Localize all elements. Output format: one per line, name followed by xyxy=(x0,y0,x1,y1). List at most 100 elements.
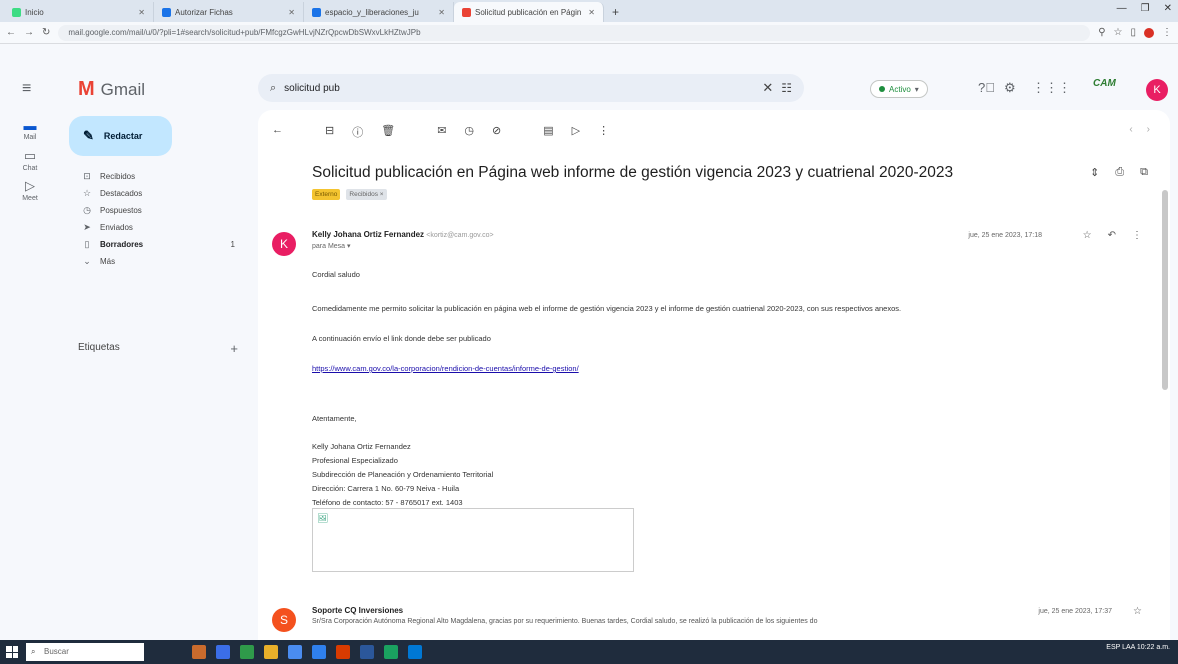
star-icon[interactable]: ☆ xyxy=(1083,230,1092,241)
tab-favicon-icon xyxy=(312,7,321,17)
move-to-icon[interactable]: ▤ xyxy=(543,124,553,140)
archive-icon[interactable]: ⊟ xyxy=(325,124,334,140)
sender-name[interactable]: Soporte CQ Inversiones xyxy=(312,606,403,615)
clear-search-icon[interactable]: ✕ xyxy=(762,80,773,96)
search-bar[interactable]: ⌕ solicitud pub ✕ ☷ xyxy=(258,74,804,102)
sender-avatar[interactable]: S xyxy=(272,608,296,632)
tab-title: Inicio xyxy=(25,7,44,17)
add-task-icon[interactable]: ⊘ xyxy=(492,124,501,140)
mark-unread-icon[interactable]: ✉ xyxy=(437,124,446,140)
previous-icon[interactable]: ‹ xyxy=(1129,124,1132,135)
close-icon[interactable]: ✕ xyxy=(1164,3,1172,14)
taskbar-app-icon[interactable] xyxy=(288,645,302,659)
taskbar-app-icon[interactable] xyxy=(384,645,398,659)
tab-close-icon[interactable]: ✕ xyxy=(438,8,445,17)
add-label-icon[interactable]: + xyxy=(230,341,238,356)
snooze-icon[interactable]: ◷ xyxy=(464,124,474,140)
search-options-icon[interactable]: ☷ xyxy=(781,81,792,95)
new-tab-button[interactable]: + xyxy=(604,2,627,22)
browser-tab[interactable]: Inicio ✕ xyxy=(4,2,154,22)
system-tray: ESP LAA 10:22 a.m. xyxy=(1106,644,1170,651)
report-spam-icon[interactable]: ⓘ xyxy=(352,124,363,140)
folder-label: Más xyxy=(100,257,116,266)
help-icon[interactable]: ?⃝ xyxy=(978,80,995,95)
taskbar-app-icon[interactable] xyxy=(312,645,326,659)
sender-avatar[interactable]: K xyxy=(272,232,296,256)
windows-start-icon[interactable] xyxy=(6,646,18,658)
back-to-list-icon[interactable]: ← xyxy=(272,124,283,140)
browser-tab[interactable]: espacio_y_liberaciones_ju ✕ xyxy=(304,2,454,22)
body-greeting: Cordial saludo xyxy=(312,270,360,279)
folder-borradores[interactable]: ▯ Borradores 1 xyxy=(72,236,247,253)
zoom-icon[interactable]: ⚲ xyxy=(1098,27,1105,38)
next-icon[interactable]: › xyxy=(1147,124,1150,135)
gmail-logo[interactable]: M Gmail xyxy=(78,78,145,101)
rail-mail[interactable]: ▬ Mail xyxy=(10,118,50,141)
account-avatar[interactable]: K xyxy=(1146,79,1168,101)
tab-close-icon[interactable]: ✕ xyxy=(288,8,295,17)
taskbar-app-icon[interactable] xyxy=(264,645,278,659)
sidebar-icon[interactable]: ▯ xyxy=(1130,27,1136,38)
reply-icon[interactable]: ↶ xyxy=(1108,230,1116,241)
expand-icon[interactable]: ⇕ xyxy=(1090,166,1099,179)
recipient-toggle[interactable]: para Mesa ▾ xyxy=(312,242,351,250)
rail-meet[interactable]: ▷ Meet xyxy=(10,178,50,202)
taskbar-app-icon[interactable] xyxy=(192,645,206,659)
forward-icon[interactable]: → xyxy=(24,27,34,38)
scrollbar[interactable] xyxy=(1162,190,1168,390)
folder-más[interactable]: ⌄ Más xyxy=(72,253,247,270)
taskbar-app-icon[interactable] xyxy=(216,645,230,659)
taskbar-app-icon[interactable] xyxy=(408,645,422,659)
body-paragraph: A continuación envío el link donde debe … xyxy=(312,334,491,343)
organization-logo[interactable]: CAM xyxy=(1093,78,1133,98)
url-field[interactable]: mail.google.com/mail/u/0/?pli=1#search/s… xyxy=(58,24,1091,41)
taskbar-app-icon[interactable] xyxy=(240,645,254,659)
broken-image-icon: 🖼 xyxy=(317,513,329,523)
tab-close-icon[interactable]: ✕ xyxy=(588,8,595,17)
maximize-icon[interactable]: ❐ xyxy=(1141,3,1150,14)
label-chip-inbox[interactable]: Recibidos × xyxy=(346,189,387,200)
folder-pospuestos[interactable]: ◷ Pospuestos xyxy=(72,202,247,219)
bookmark-star-icon[interactable]: ☆ xyxy=(1114,27,1123,38)
label-icon[interactable]: ▷ xyxy=(572,124,580,140)
taskbar-app-icon[interactable] xyxy=(360,645,374,659)
browser-menu-icon[interactable]: ⋮ xyxy=(1162,27,1172,38)
label-chip-external[interactable]: Externo xyxy=(312,189,341,200)
profile-icon[interactable] xyxy=(1144,27,1154,38)
apps-grid-icon[interactable]: ⋮⋮⋮ xyxy=(1032,80,1071,96)
folder-enviados[interactable]: ➤ Enviados xyxy=(72,219,247,236)
status-dropdown[interactable]: Activo ▾ xyxy=(870,80,928,98)
address-bar: ← → ↻ mail.google.com/mail/u/0/?pli=1#se… xyxy=(0,22,1178,44)
settings-gear-icon[interactable]: ⚙ xyxy=(1004,80,1016,96)
rail-label: Mail xyxy=(23,134,37,141)
search-input[interactable]: solicitud pub xyxy=(284,83,754,94)
publication-link[interactable]: https://www.cam.gov.co/la-corporacion/re… xyxy=(312,364,579,373)
folder-destacados[interactable]: ☆ Destacados xyxy=(72,185,247,202)
status-dot-icon xyxy=(879,86,885,92)
back-icon[interactable]: ← xyxy=(6,27,16,38)
minimize-icon[interactable]: — xyxy=(1117,3,1127,14)
search-icon[interactable]: ⌕ xyxy=(270,82,276,95)
browser-tab[interactable]: Autorizar Fichas ✕ xyxy=(154,2,304,22)
main-menu-icon[interactable]: ≡ xyxy=(22,80,31,98)
star-icon[interactable]: ☆ xyxy=(1133,606,1142,617)
taskbar-app-icon[interactable] xyxy=(336,645,350,659)
open-new-window-icon[interactable]: ⧉ xyxy=(1140,166,1148,179)
message-more-icon[interactable]: ⋮ xyxy=(1132,230,1142,241)
folder-recibidos[interactable]: ⊡ Recibidos xyxy=(72,168,247,185)
sender-line: Kelly Johana Ortiz Fernandez <kortiz@cam… xyxy=(312,230,494,239)
message-snippet[interactable]: Sr/Sra Corporación Autónoma Regional Alt… xyxy=(312,618,817,625)
tab-favicon-icon xyxy=(12,7,21,17)
print-icon[interactable]: ⎙ xyxy=(1115,166,1124,179)
rail-chat[interactable]: ▭ Chat xyxy=(10,148,50,172)
browser-tab[interactable]: Solicitud publicación en Págin ✕ xyxy=(454,2,604,22)
reload-icon[interactable]: ↻ xyxy=(42,27,50,38)
compose-button[interactable]: ✎ Redactar xyxy=(69,116,172,156)
taskbar-search[interactable]: Buscar xyxy=(26,643,144,661)
folder-label: Borradores xyxy=(100,240,144,249)
sender-name[interactable]: Kelly Johana Ortiz Fernandez xyxy=(312,230,424,239)
more-options-icon[interactable]: ⋮ xyxy=(598,124,609,140)
message-actions: ☆ xyxy=(1133,606,1142,617)
delete-icon[interactable]: 🗑 xyxy=(381,124,395,140)
tab-close-icon[interactable]: ✕ xyxy=(138,8,145,17)
